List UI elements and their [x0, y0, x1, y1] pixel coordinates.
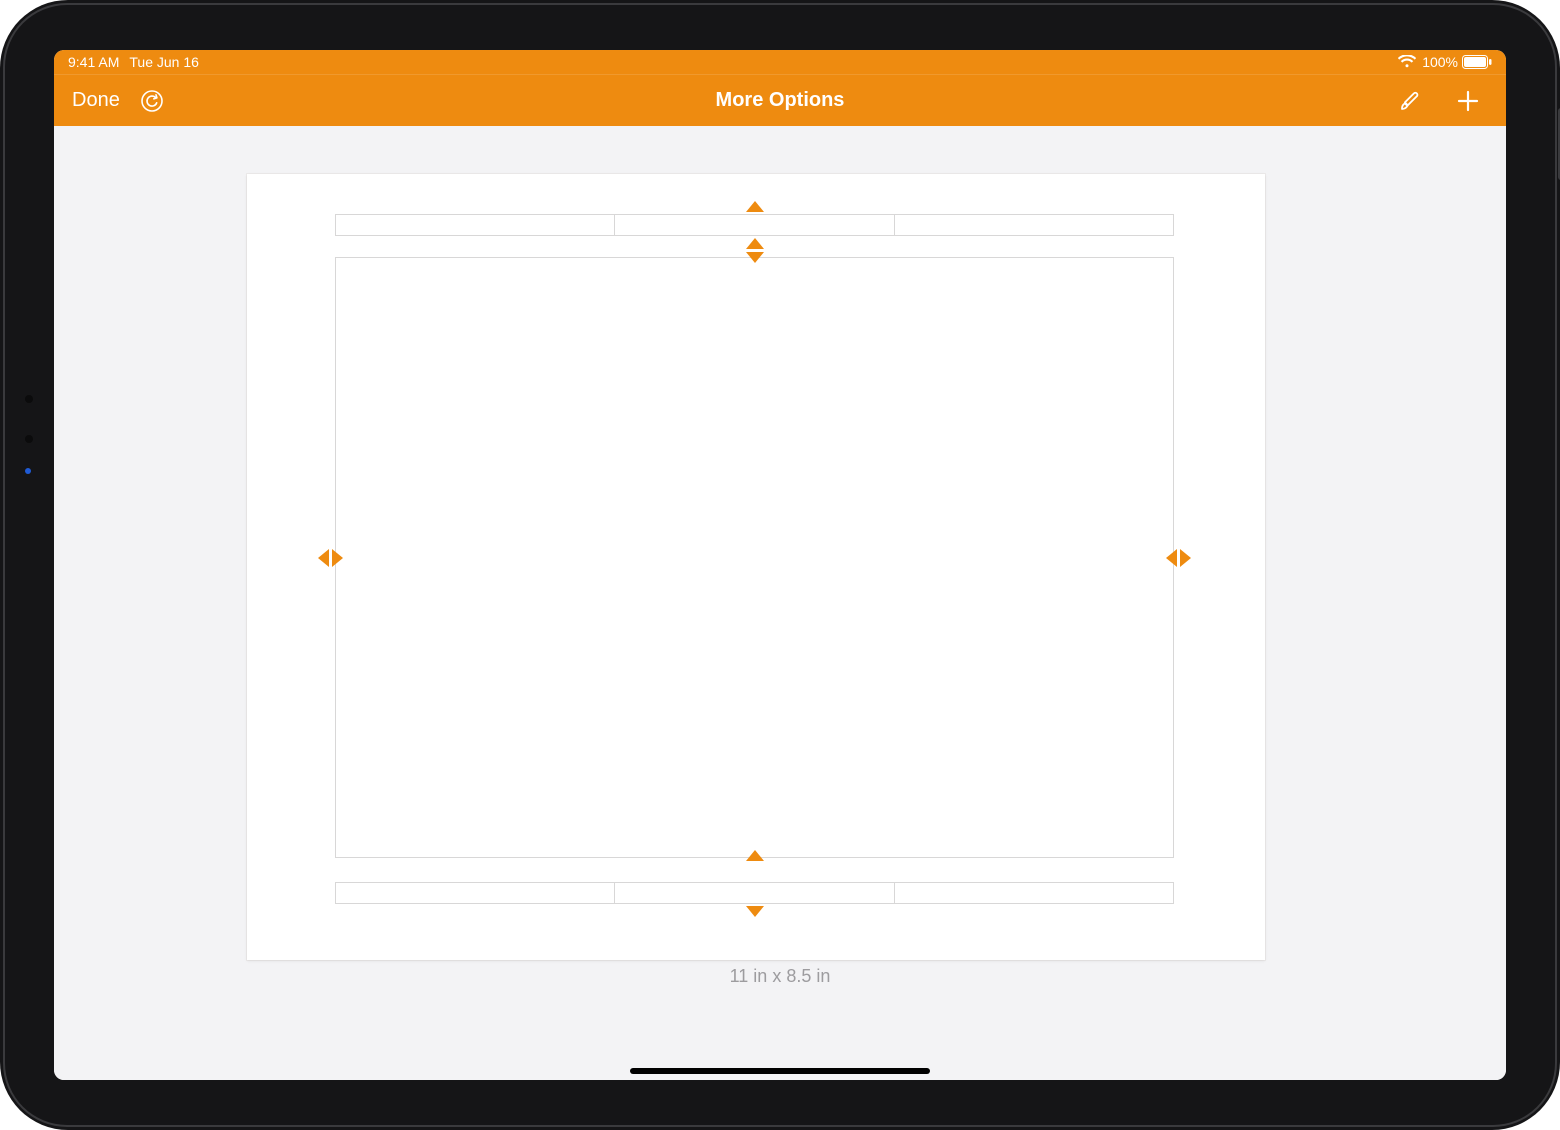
bottom-margin-out-handle[interactable]	[746, 906, 764, 917]
left-margin-out-handle[interactable]	[318, 549, 329, 567]
top-margin-outer-handle[interactable]	[746, 201, 764, 212]
header-cell[interactable]	[336, 215, 615, 235]
navbar: Done More Options	[54, 74, 1506, 126]
wifi-icon	[1398, 55, 1416, 69]
camera-dot	[25, 395, 33, 403]
ipad-bezel: 9:41 AM Tue Jun 16 100% Done M	[0, 0, 1560, 1130]
camera-dot	[25, 435, 33, 443]
page-sheet[interactable]	[247, 174, 1265, 960]
footer-cell[interactable]	[615, 883, 894, 903]
page-footer[interactable]	[335, 882, 1174, 904]
battery-indicator: 100%	[1422, 54, 1492, 70]
right-margin-out-handle[interactable]	[1180, 549, 1191, 567]
screen: 9:41 AM Tue Jun 16 100% Done M	[54, 50, 1506, 1080]
canvas[interactable]: 11 in x 8.5 in	[54, 126, 1506, 1080]
header-cell[interactable]	[895, 215, 1173, 235]
left-margin-in-handle[interactable]	[332, 549, 343, 567]
bottom-margin-in-handle[interactable]	[746, 850, 764, 861]
top-margin-down-handle[interactable]	[746, 252, 764, 263]
format-brush-button[interactable]	[1396, 87, 1424, 115]
status-date: Tue Jun 16	[129, 54, 199, 70]
battery-percent: 100%	[1422, 54, 1458, 70]
done-button[interactable]: Done	[72, 89, 120, 112]
undo-button[interactable]	[138, 87, 166, 115]
footer-cell[interactable]	[895, 883, 1173, 903]
add-button[interactable]	[1454, 87, 1482, 115]
page-header[interactable]	[335, 214, 1174, 236]
home-indicator[interactable]	[630, 1068, 930, 1074]
status-bar: 9:41 AM Tue Jun 16 100%	[54, 50, 1506, 74]
camera-led	[25, 468, 31, 474]
right-margin-in-handle[interactable]	[1166, 549, 1177, 567]
top-margin-up-handle[interactable]	[746, 238, 764, 249]
page-size-label: 11 in x 8.5 in	[54, 966, 1506, 987]
navbar-title: More Options	[54, 89, 1506, 112]
content-frame[interactable]	[335, 257, 1174, 858]
footer-cell[interactable]	[336, 883, 615, 903]
header-cell[interactable]	[615, 215, 894, 235]
status-time: 9:41 AM	[68, 54, 119, 70]
